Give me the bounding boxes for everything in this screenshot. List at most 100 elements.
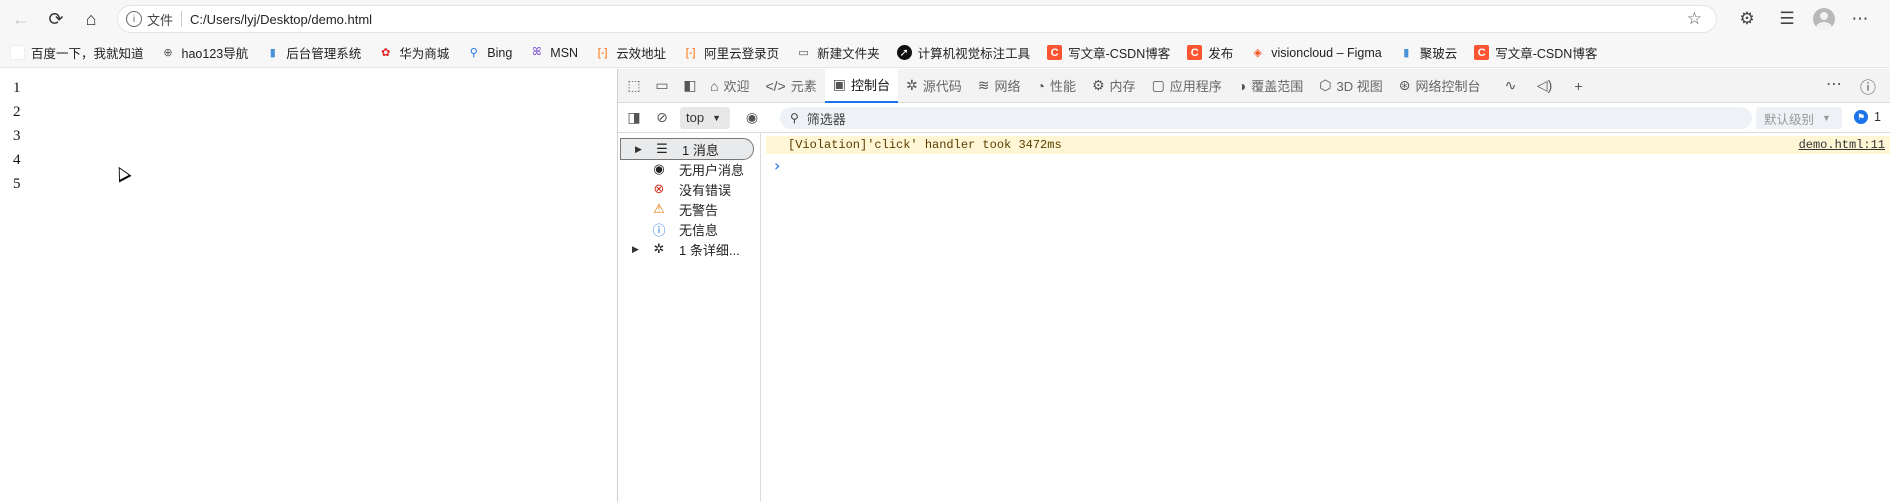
bookmark-label: hao123导航 [181,47,249,61]
favorite-star-icon[interactable]: ☆ [1687,9,1702,29]
page-line: 2 [13,104,21,120]
tab-label: 控制台 [850,78,890,93]
bookmark-icon: ▮ [269,47,276,59]
bookmark-item[interactable]: ◈ visioncloud – Figma [1250,45,1382,60]
bookmarks-bar: 百度一下，我就知道 ⊕ hao123导航 ▮ 后台管理系统 ✿ 华为商城 ⚲ Bing ꕤ MSN [… [0,38,1890,68]
address-bar[interactable]: i 文件 C:/Users/lyj/Desktop/demo.html ☆ [117,5,1717,33]
bookmark-item[interactable]: ▮ 后台管理系统 [265,43,362,62]
tab-cube[interactable]: ⬡ 3D 视图 [1311,69,1390,103]
console-prompt[interactable]: › [774,156,780,175]
bookmark-item[interactable]: C 写文章-CSDN博客 [1047,43,1170,62]
log-level-select[interactable]: 默认级别 ▼ [1756,107,1842,129]
source-link[interactable]: demo.html:11 [1799,138,1885,152]
context-select[interactable]: top ▼ [680,106,730,129]
issues-counter[interactable]: ⚑ 1 [1854,110,1881,124]
back-icon[interactable]: ← [7,5,35,33]
tab-label: 网络 [994,79,1021,94]
tab-code[interactable]: </> 元素 [757,69,824,103]
favorites-icon[interactable]: ☰ [1773,5,1801,33]
figma-icon: ◈ [1253,47,1262,59]
bookmark-item[interactable]: 百度一下，我就知道 [10,43,144,62]
sidebar-item-label: 无信息 [679,222,719,238]
tab-wifi[interactable]: ≋ 网络 [970,69,1029,103]
media-icon[interactable]: ◁) [1533,74,1557,98]
bookmark-label: 写文章-CSDN博客 [1495,47,1598,61]
profile-button[interactable] [1810,5,1838,33]
expand-arrow-icon[interactable]: ▶ [635,144,642,155]
bookmark-item[interactable]: ⚲ Bing [466,45,513,60]
expand-arrow-icon[interactable]: ▶ [632,244,639,255]
add-tab-icon[interactable]: + [1567,74,1591,98]
live-expression-icon[interactable]: ◉ [740,106,764,130]
bookmark-label: 华为商城 [399,47,450,61]
bookmark-label: 云效地址 [616,47,667,61]
more-icon[interactable]: ⋯ [1846,5,1874,33]
address-divider [181,11,183,27]
performance-insights-icon[interactable]: ∿ [1499,74,1523,98]
clear-console-icon[interactable]: ⊘ [650,106,674,130]
tab-console[interactable]: ▣ 控制台 [824,68,898,103]
memory-icon: ⚙ [1091,77,1105,93]
bookmark-label: 阿里云登录页 [704,47,780,61]
bookmark-item[interactable]: [-] 云效地址 [595,43,666,62]
bug-icon: ✲ [653,241,665,256]
help-icon[interactable]: ⓘ [1860,74,1876,98]
bookmark-label: Bing [487,45,513,60]
info-icon[interactable]: i [126,11,142,27]
coverage-icon: ◑ [1237,77,1247,94]
extensions-icon[interactable]: ⚙ [1733,5,1761,33]
bookmark-item[interactable]: C 发布 [1187,43,1233,62]
bookmark-label: 发布 [1208,47,1234,61]
more-tools-icon[interactable]: ⋯ [1826,74,1842,94]
bookmark-item[interactable]: ✿ 华为商城 [378,43,449,62]
home-icon: ⌂ [710,77,719,94]
page-content: 1 2 3 4 5 [0,69,617,502]
dock-icon[interactable]: ◧ [678,74,702,98]
console-sidebar: ▶ ☰ 1 消息 ◉ 无用户消息 ⊗ 没有错误 ⚠ 无警告 ⓘ 无信息 ▶ ✲ 1 条详细... [618,133,761,502]
sidebar-item-list[interactable]: ▶ ☰ 1 消息 [620,138,754,160]
sidebar-toggle-icon[interactable]: ◨ [622,106,646,130]
avatar [1813,8,1835,30]
bookmark-item[interactable]: ꕤ MSN [529,45,578,60]
devtools-tab-bar: ⬚ ▭ ◧ ⌂ 欢迎 </> 元素 ▣ 控制台 ✲ 源代码 ≋ 网络 ◔ 性能 ⚙ 内存 ▢ 应用程序 ◑ 覆盖范… [618,68,1890,103]
bookmark-label: MSN [550,45,579,60]
bookmark-icon: ▮ [1403,47,1410,59]
console-message[interactable]: [Violation]'click' handler took 3472ms d… [766,136,1890,154]
filter-input[interactable]: ⚲ 筛选器 [780,107,1752,129]
inspect-icon[interactable]: ⬚ [622,74,646,98]
home-icon[interactable]: ⌂ [77,5,105,33]
sidebar-item-error[interactable]: ⊗ 没有错误 [618,178,761,200]
bookmark-item[interactable]: ➚ 计算机视觉标注工具 [896,43,1030,62]
bookmark-label: 后台管理系统 [286,47,362,61]
tab-app[interactable]: ▢ 应用程序 [1144,69,1230,103]
warning-icon: ⚠ [653,201,665,216]
sidebar-item-bug[interactable]: ▶ ✲ 1 条详细... [618,238,761,260]
app-icon: ▢ [1151,77,1165,93]
tab-memory[interactable]: ⚙ 内存 [1084,69,1144,103]
url-text[interactable]: C:/Users/lyj/Desktop/demo.html [190,12,372,27]
tab-home[interactable]: ⌂ 欢迎 [702,69,757,103]
message-text: [Violation]'click' handler took 3472ms [788,138,1062,152]
console-output: [Violation]'click' handler took 3472ms d… [762,133,1890,502]
console-icon: ▣ [832,76,846,92]
csdn-icon: C [1187,45,1203,60]
bookmark-item[interactable]: ⊕ hao123导航 [161,43,249,62]
device-toolbar-icon[interactable]: ▭ [650,74,674,98]
sidebar-item-warning[interactable]: ⚠ 无警告 [618,198,761,220]
sidebar-item-info[interactable]: ⓘ 无信息 [618,218,761,240]
refresh-icon[interactable]: ⟳ [42,5,70,33]
bookmark-item[interactable]: [-] 阿里云登录页 [683,43,779,62]
bookmark-item[interactable]: ▮ 聚玻云 [1399,43,1457,62]
tab-network-console[interactable]: ⊛ 网络控制台 [1391,69,1489,103]
filter-placeholder: 筛选器 [806,111,846,127]
tab-bug[interactable]: ✲ 源代码 [898,69,970,103]
tab-label: 性能 [1049,79,1076,94]
bookmark-item[interactable]: C 写文章-CSDN博客 [1474,43,1597,62]
arrow-circle-icon: ➚ [896,45,912,60]
sidebar-item-user[interactable]: ◉ 无用户消息 [618,158,761,180]
bookmark-item[interactable]: ▭ 新建文件夹 [796,43,879,62]
tab-gauge[interactable]: ◔ 性能 [1029,69,1084,103]
tab-coverage[interactable]: ◑ 覆盖范围 [1230,69,1311,103]
sidebar-item-label: 无用户消息 [679,162,745,178]
sidebar-item-label: 无警告 [679,202,719,218]
